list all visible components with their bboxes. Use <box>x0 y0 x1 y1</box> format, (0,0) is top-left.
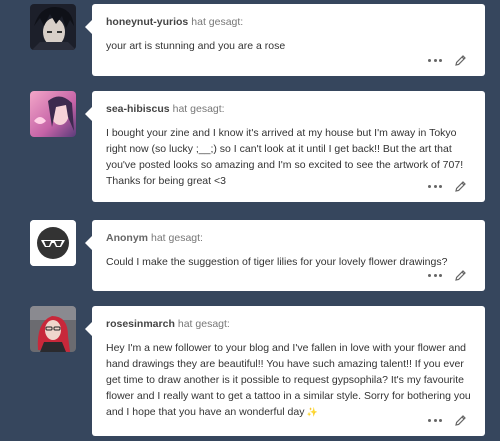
pink-purple-character-avatar-icon <box>30 91 76 137</box>
post-actions <box>428 414 467 426</box>
asker-username[interactable]: sea-hibiscus <box>106 103 170 115</box>
more-options-icon[interactable] <box>428 184 442 188</box>
asker-line: sea-hibiscus hat gesagt: <box>106 103 225 115</box>
asker-username: Anonym <box>106 232 148 244</box>
edit-pencil-icon[interactable] <box>454 269 467 282</box>
asker-line: honeynut-yurios hat gesagt: <box>106 16 243 28</box>
avatar[interactable] <box>30 220 76 266</box>
ask-message: Could I make the suggestion of tiger lil… <box>106 256 448 268</box>
red-haired-person-avatar-icon <box>30 306 76 352</box>
avatar[interactable] <box>30 306 76 352</box>
avatar[interactable] <box>30 91 76 137</box>
avatar[interactable] <box>30 4 76 50</box>
ask-card: rosesinmarch hat gesagt: Hey I'm a new fo… <box>85 306 485 436</box>
asker-username[interactable]: rosesinmarch <box>106 318 175 330</box>
post-actions <box>428 269 467 281</box>
said-label: hat gesagt: <box>151 232 203 244</box>
ask-message: Hey I'm a new follower to your blog and … <box>106 342 471 418</box>
ask-message: your art is stunning and you are a rose <box>106 40 286 52</box>
sparkles-icon: ✨ <box>306 407 318 417</box>
ask-message: I bought your zine and I know it's arriv… <box>106 127 464 187</box>
edit-pencil-icon[interactable] <box>454 54 467 67</box>
asker-line: Anonym hat gesagt: <box>106 232 203 244</box>
edit-pencil-icon[interactable] <box>454 180 467 193</box>
more-options-icon[interactable] <box>428 58 442 62</box>
ask-card: sea-hibiscus hat gesagt: I bought your zi… <box>85 91 485 202</box>
asker-line: rosesinmarch hat gesagt: <box>106 318 230 330</box>
more-options-icon[interactable] <box>428 273 442 277</box>
said-label: hat gesagt: <box>177 318 230 330</box>
dark-haired-character-avatar-icon <box>30 4 76 50</box>
asker-username[interactable]: honeynut-yurios <box>106 16 188 28</box>
anonymous-sunglasses-avatar-icon <box>30 220 76 266</box>
post-actions <box>428 180 467 192</box>
more-options-icon[interactable] <box>428 418 442 422</box>
ask-message-block: Hey I'm a new follower to your blog and … <box>106 340 472 420</box>
ask-card: Anonym hat gesagt: Could I make the sugge… <box>85 220 485 291</box>
said-label: hat gesagt: <box>191 16 244 28</box>
said-label: hat gesagt: <box>172 103 225 115</box>
ask-card: honeynut-yurios hat gesagt: your art is s… <box>85 4 485 76</box>
edit-pencil-icon[interactable] <box>454 414 467 427</box>
post-actions <box>428 54 467 66</box>
